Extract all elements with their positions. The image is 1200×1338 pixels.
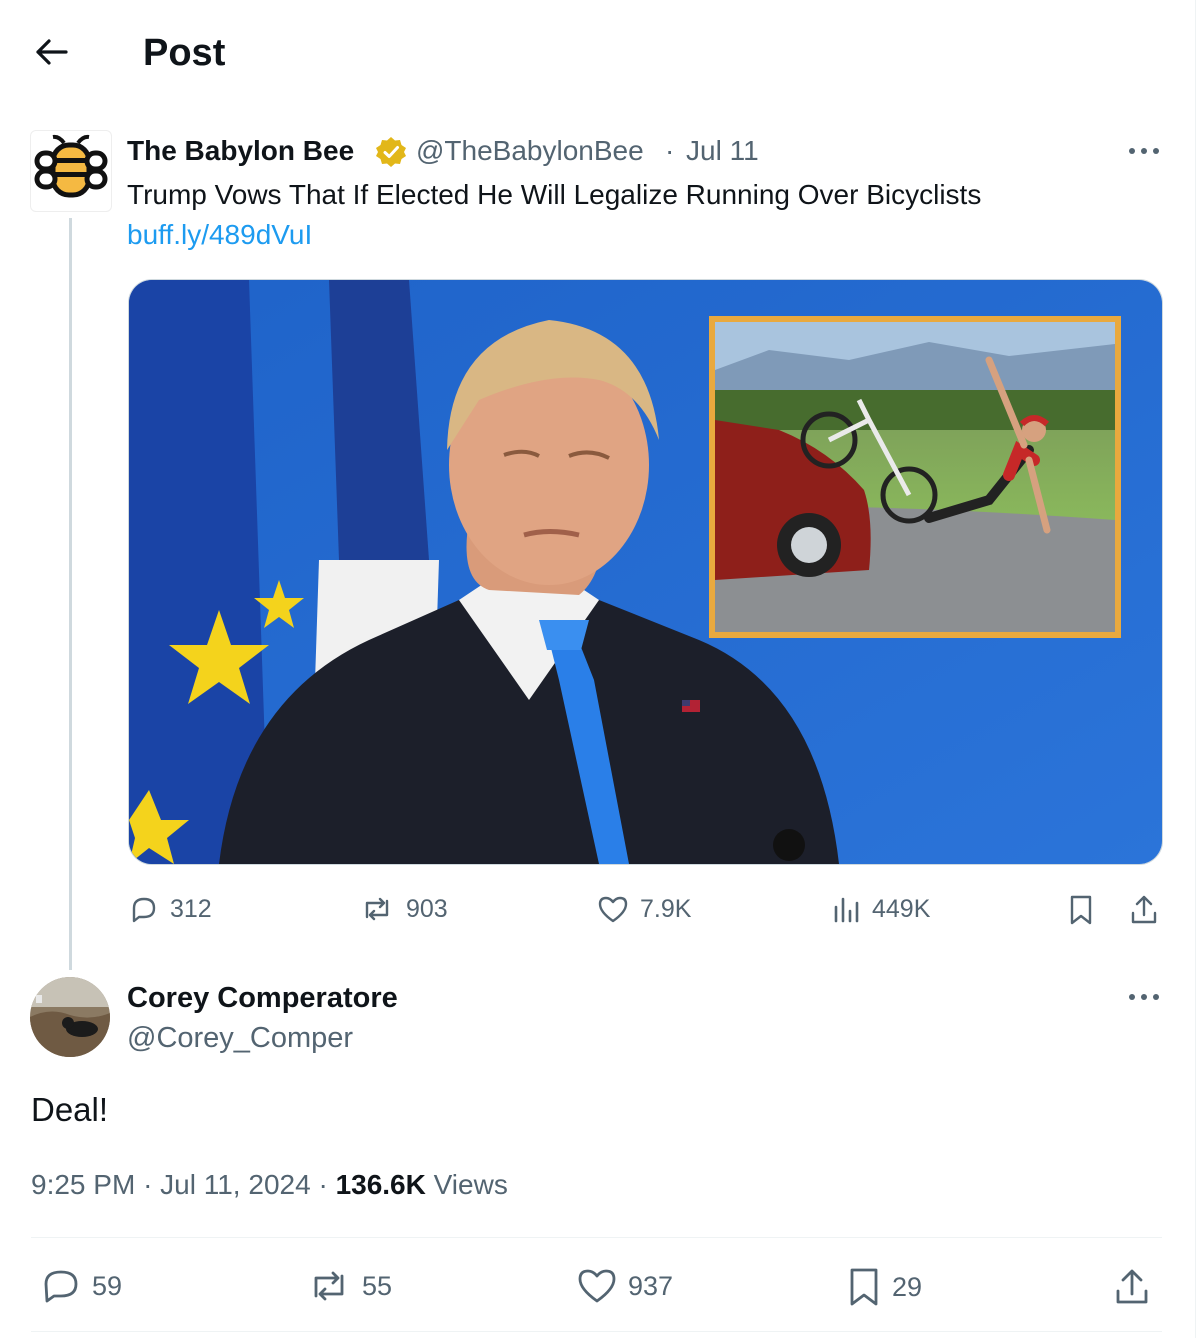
more-icon xyxy=(1127,147,1161,155)
timeline-border xyxy=(1195,0,1196,1338)
tweet-link[interactable]: buff.ly/489dVuI xyxy=(127,217,312,253)
analytics-icon xyxy=(832,893,862,925)
reply-count: 59 xyxy=(92,1270,123,1301)
share-icon xyxy=(1128,893,1160,927)
reply-icon xyxy=(40,1266,82,1306)
heart-icon xyxy=(576,1266,618,1306)
like-count: 7.9K xyxy=(640,894,692,923)
like-count: 937 xyxy=(628,1270,674,1301)
bookmark-icon xyxy=(1066,893,1096,927)
babylon-bee-logo-icon xyxy=(31,131,111,211)
more-options-button[interactable] xyxy=(1122,134,1166,168)
share-icon xyxy=(1112,1266,1152,1308)
tweet-image[interactable] xyxy=(128,279,1163,865)
repost-icon xyxy=(306,1266,352,1306)
repost-count: 903 xyxy=(406,894,448,923)
tweet-text: Trump Vows That If Elected He Will Legal… xyxy=(127,179,982,210)
reply-button[interactable]: 59 xyxy=(40,1266,122,1306)
views-label: Views xyxy=(433,1169,508,1200)
author-name[interactable]: Corey Comperatore xyxy=(127,980,398,1016)
arrow-left-icon xyxy=(35,37,69,67)
avatar[interactable] xyxy=(30,130,112,212)
bookmark-count: 29 xyxy=(892,1271,923,1302)
post-date[interactable]: Jul 11, 2024 xyxy=(160,1169,311,1200)
heart-icon xyxy=(596,893,630,925)
page-title: Post xyxy=(143,32,226,74)
author-name[interactable]: The Babylon Bee xyxy=(127,134,354,168)
avatar[interactable] xyxy=(30,977,110,1057)
bookmark-icon xyxy=(846,1266,882,1308)
share-button[interactable] xyxy=(1112,1266,1152,1308)
reply-button[interactable]: 312 xyxy=(128,893,212,925)
bookmark-button[interactable]: 29 xyxy=(846,1266,922,1308)
repost-icon xyxy=(358,893,396,925)
like-button[interactable]: 937 xyxy=(576,1266,673,1306)
separator: · xyxy=(665,135,675,166)
like-button[interactable]: 7.9K xyxy=(596,893,691,925)
post-time[interactable]: 9:25 PM xyxy=(31,1169,135,1200)
reply-icon xyxy=(128,893,160,925)
post-metadata: 9:25 PM · Jul 11, 2024 · 136.6K Views xyxy=(31,1167,508,1203)
share-button[interactable] xyxy=(1128,893,1160,927)
post-date[interactable]: Jul 11 xyxy=(686,134,759,168)
views-button[interactable]: 449K xyxy=(832,893,930,925)
repost-count: 55 xyxy=(362,1270,393,1301)
separator: · xyxy=(143,1169,153,1200)
author-handle[interactable]: @Corey_Comper xyxy=(127,1020,353,1056)
views-count: 449K xyxy=(872,894,931,923)
back-button[interactable] xyxy=(30,30,74,74)
thread-line xyxy=(69,218,72,970)
views-count[interactable]: 136.6K xyxy=(336,1169,426,1200)
bookmark-button[interactable] xyxy=(1066,893,1096,927)
avatar-photo-icon xyxy=(30,977,110,1057)
repost-button[interactable]: 903 xyxy=(358,893,448,925)
more-icon xyxy=(1127,993,1161,1001)
separator: · xyxy=(318,1169,328,1200)
divider xyxy=(31,1237,1162,1238)
reply-count: 312 xyxy=(170,894,212,923)
divider xyxy=(31,1331,1162,1332)
verified-badge-icon xyxy=(374,135,408,169)
more-options-button[interactable] xyxy=(1122,980,1166,1014)
author-handle[interactable]: @TheBabylonBee xyxy=(416,134,644,168)
tweet-text: Deal! xyxy=(31,1091,109,1128)
repost-button[interactable]: 55 xyxy=(306,1266,392,1306)
